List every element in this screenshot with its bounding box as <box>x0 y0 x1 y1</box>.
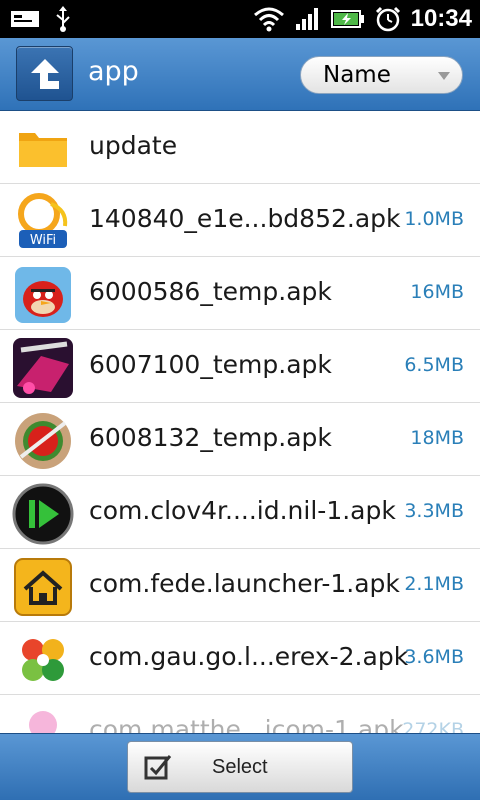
fruit-ninja-icon <box>15 413 71 469</box>
up-arrow-icon <box>31 59 59 89</box>
wifi-icon <box>253 7 284 32</box>
file-name: 140840_e1e...bd852.apk <box>89 204 401 233</box>
battery-charging-icon <box>330 10 364 28</box>
file-size: 18MB <box>410 427 464 449</box>
file-size: 3.6MB <box>404 646 464 668</box>
message-icon <box>11 11 39 27</box>
file-name: com.fede.launcher-1.apk <box>89 569 400 598</box>
list-item[interactable]: update <box>0 111 480 184</box>
list-item[interactable]: com.clov4r....id.nil-1.apk 3.3MB <box>0 476 480 549</box>
sort-dropdown-value: Name <box>323 62 391 88</box>
signal-icon <box>295 8 318 30</box>
list-item[interactable]: 6008132_temp.apk 18MB <box>0 403 480 476</box>
file-name: 6008132_temp.apk <box>89 423 332 452</box>
status-bar: 10:34 <box>0 0 480 38</box>
pink-ball-icon <box>29 711 57 733</box>
list-item[interactable]: WiFi 140840_e1e...bd852.apk 1.0MB <box>0 184 480 257</box>
file-name: 6007100_temp.apk <box>89 350 332 379</box>
list-item[interactable]: 6000586_temp.apk 16MB <box>0 257 480 330</box>
file-size: 6.5MB <box>404 354 464 376</box>
file-size: 272KB <box>402 719 464 733</box>
svg-text:WiFi: WiFi <box>30 233 56 248</box>
usb-icon <box>56 6 70 32</box>
launcher-home-icon <box>14 558 72 616</box>
bottom-action-bar: Select <box>0 733 480 800</box>
file-name: com.gau.go.l...erex-2.apk <box>89 642 409 671</box>
file-size: 1.0MB <box>404 208 464 230</box>
file-name: com.matthe...icom-1.apk <box>89 715 404 733</box>
alarm-icon <box>375 6 400 32</box>
video-player-icon <box>12 483 74 545</box>
file-name: update <box>89 131 178 160</box>
up-directory-button[interactable] <box>16 46 73 101</box>
select-button[interactable]: Select <box>127 741 353 793</box>
select-button-label: Select <box>212 756 268 778</box>
list-item[interactable]: com.gau.go.l...erex-2.apk 3.6MB <box>0 622 480 695</box>
current-folder-title: app <box>88 56 139 87</box>
file-list[interactable]: update WiFi 140840_e1e...bd852.apk 1.0MB… <box>0 111 480 733</box>
go-launcher-clover-icon <box>22 639 64 681</box>
file-name: 6000586_temp.apk <box>89 277 332 306</box>
file-size: 3.3MB <box>404 500 464 522</box>
wifi-app-icon: WiFi <box>13 192 73 252</box>
list-item[interactable]: com.matthe...icom-1.apk 272KB <box>0 695 480 733</box>
file-size: 2.1MB <box>404 573 464 595</box>
file-size: 16MB <box>410 281 464 303</box>
chevron-down-icon <box>438 72 450 80</box>
checkbox-icon <box>144 755 172 780</box>
list-item[interactable]: 6007100_temp.apk 6.5MB <box>0 330 480 403</box>
list-item[interactable]: com.fede.launcher-1.apk 2.1MB <box>0 549 480 622</box>
sort-dropdown[interactable]: Name <box>300 56 463 94</box>
header-bar: app Name <box>0 38 480 111</box>
folder-icon <box>19 133 67 167</box>
angry-birds-icon <box>15 267 71 323</box>
racing-game-icon <box>13 338 73 398</box>
file-name: com.clov4r....id.nil-1.apk <box>89 496 396 525</box>
status-time: 10:34 <box>410 5 472 32</box>
